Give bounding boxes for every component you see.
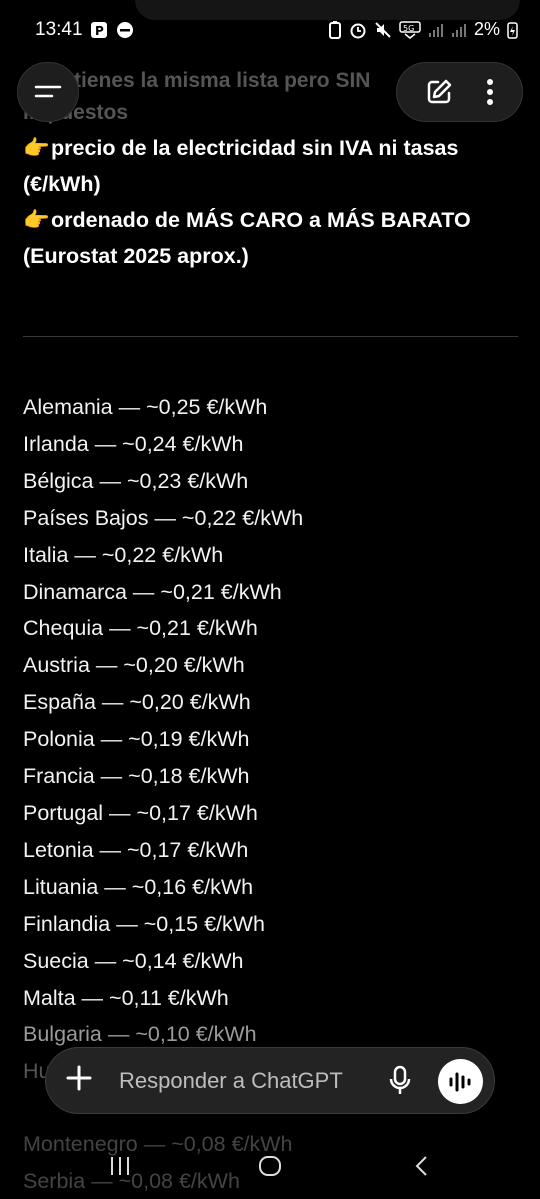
status-right-icons: 5G 2% <box>328 19 518 40</box>
menu-button[interactable] <box>17 62 79 122</box>
voice-mode-button[interactable] <box>438 1059 483 1104</box>
new-chat-icon[interactable] <box>425 78 453 106</box>
alarm-icon <box>350 23 366 38</box>
bullet-2: 👉ordenado de MÁS CARO a MÁS BARATO (Euro… <box>23 202 523 274</box>
status-time: 13:41 <box>35 19 83 40</box>
do-not-disturb-icon <box>117 22 133 38</box>
list-item: España — ~0,20 €/kWh <box>23 690 251 715</box>
status-bar: 13:41 P 5G 2% <box>0 0 540 60</box>
list-item: Suecia — ~0,14 €/kWh <box>23 948 244 973</box>
status-left-icons: P <box>90 21 134 39</box>
pointing-right-icon: 👉 <box>23 208 50 232</box>
battery-percent: 2% <box>473 19 500 39</box>
bullet-2-text: ordenado de MÁS CARO a MÁS BARATO (Euros… <box>23 208 471 268</box>
battery-charging-icon <box>507 21 518 39</box>
more-vertical-icon[interactable] <box>486 79 494 105</box>
signal-2-icon <box>451 23 466 37</box>
list-item: Portugal — ~0,17 €/kWh <box>23 800 258 825</box>
divider <box>23 336 518 337</box>
bullet-1: 👉precio de la electricidad sin IVA ni ta… <box>23 130 523 202</box>
list-item: Lituania — ~0,16 €/kWh <box>23 874 254 899</box>
back-icon[interactable] <box>412 1154 432 1178</box>
list-item: Dinamarca — ~0,21 €/kWh <box>23 579 282 604</box>
list-item: Letonia — ~0,17 €/kWh <box>23 837 249 862</box>
list-item: Polonia — ~0,19 €/kWh <box>23 727 250 752</box>
home-icon[interactable] <box>258 1154 282 1178</box>
message-composer: Responder a ChatGPT <box>45 1047 495 1114</box>
recents-icon[interactable] <box>108 1154 132 1178</box>
list-item: Austria — ~0,20 €/kWh <box>23 653 245 678</box>
pointing-right-icon: 👉 <box>23 136 50 160</box>
parking-app-icon: P <box>91 22 107 38</box>
mute-icon <box>375 21 391 38</box>
list-item: Bélgica — ~0,23 €/kWh <box>23 468 249 493</box>
list-item: Finlandia — ~0,15 €/kWh <box>23 911 266 936</box>
system-nav-bar <box>0 1140 540 1199</box>
reply-input[interactable]: Responder a ChatGPT <box>119 1068 343 1094</box>
header-actions <box>396 62 523 122</box>
list-item: Francia — ~0,18 €/kWh <box>23 764 250 789</box>
menu-icon <box>34 85 62 98</box>
country-price-list: Alemania — ~0,25 €/kWh Irlanda — ~0,24 €… <box>23 389 523 1090</box>
svg-text:P: P <box>95 24 104 38</box>
list-item: Países Bajos — ~0,22 €/kWh <box>23 505 304 530</box>
svg-text:5G: 5G <box>403 24 414 33</box>
mic-icon[interactable] <box>388 1065 412 1097</box>
collapsed-header-pill <box>135 0 520 20</box>
battery-saver-icon <box>328 20 341 39</box>
list-item: Italia — ~0,22 €/kWh <box>23 542 224 567</box>
bullet-1-text: precio de la electricidad sin IVA ni tas… <box>23 136 459 196</box>
signal-icon <box>428 23 443 37</box>
list-item: Chequia — ~0,21 €/kWh <box>23 616 258 641</box>
list-item: Irlanda — ~0,24 €/kWh <box>23 431 244 456</box>
list-item: Alemania — ~0,25 €/kWh <box>23 395 268 419</box>
voice-mode-icon <box>449 1072 470 1091</box>
plus-icon[interactable] <box>66 1063 92 1097</box>
list-item: Malta — ~0,11 €/kWh <box>23 985 229 1010</box>
5g-icon: 5G <box>399 20 421 39</box>
